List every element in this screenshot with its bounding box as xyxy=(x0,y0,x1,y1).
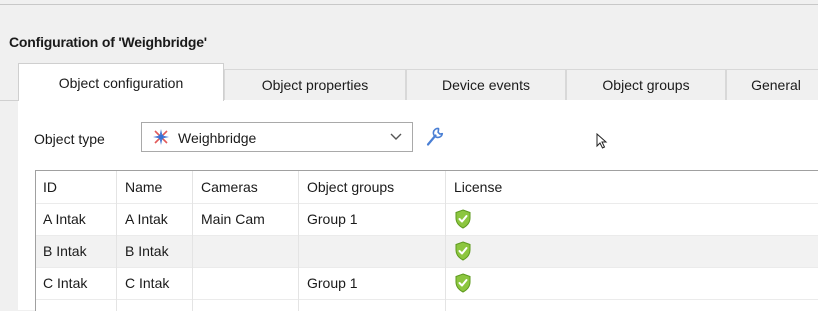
top-divider xyxy=(0,4,818,5)
cell-id: A Intak xyxy=(43,211,86,227)
licensed-shield-icon xyxy=(455,273,471,293)
column-header-name[interactable]: Name xyxy=(118,171,162,203)
table-header: ID Name Cameras Object groups License xyxy=(36,171,818,203)
licensed-shield-icon xyxy=(455,209,471,229)
cell-id: B Intak xyxy=(43,243,87,259)
weighbridge-icon xyxy=(153,129,169,145)
tab-object-configuration[interactable]: Object configuration xyxy=(18,63,224,101)
objects-table[interactable]: ID Name Cameras Object groups License A … xyxy=(35,170,818,311)
cell-object-groups: Group 1 xyxy=(307,275,358,291)
mouse-cursor-icon xyxy=(596,133,608,149)
table-row[interactable]: C Intak C Intak Group 1 xyxy=(36,267,818,299)
object-type-label: Object type xyxy=(34,131,105,147)
object-type-value: Weighbridge xyxy=(178,130,257,146)
column-header-cameras[interactable]: Cameras xyxy=(194,171,258,203)
cell-name: A Intak xyxy=(125,211,168,227)
cell-cameras xyxy=(194,267,201,299)
panel-title: Configuration of 'Weighbridge' xyxy=(9,34,207,50)
row-divider xyxy=(36,203,818,204)
tab-object-properties[interactable]: Object properties xyxy=(224,69,406,100)
cell-name: B Intak xyxy=(125,243,169,259)
column-header-object-groups[interactable]: Object groups xyxy=(300,171,394,203)
column-divider[interactable] xyxy=(116,171,117,311)
cell-object-groups xyxy=(300,235,307,267)
column-header-license[interactable]: License xyxy=(447,171,502,203)
tab-device-events[interactable]: Device events xyxy=(406,69,566,100)
column-divider[interactable] xyxy=(298,171,299,311)
wrench-icon[interactable] xyxy=(425,126,445,148)
cell-id: C Intak xyxy=(43,275,88,291)
table-row[interactable]: A Intak A Intak Main Cam Group 1 xyxy=(36,203,818,235)
row-divider xyxy=(36,299,818,300)
column-divider[interactable] xyxy=(192,171,193,311)
cell-cameras: Main Cam xyxy=(201,211,265,227)
tab-general[interactable]: General xyxy=(726,69,818,100)
cell-name: C Intak xyxy=(125,275,170,291)
tab-object-groups[interactable]: Object groups xyxy=(566,69,726,100)
chevron-down-icon xyxy=(390,133,402,140)
table-row[interactable]: B Intak B Intak xyxy=(36,235,818,267)
row-divider xyxy=(36,267,818,268)
column-header-id[interactable]: ID xyxy=(36,171,57,203)
row-divider xyxy=(36,235,818,236)
licensed-shield-icon xyxy=(455,241,471,261)
cell-object-groups: Group 1 xyxy=(307,211,358,227)
column-divider[interactable] xyxy=(445,171,446,311)
object-type-select[interactable]: Weighbridge xyxy=(141,122,413,152)
cell-cameras xyxy=(194,235,201,267)
